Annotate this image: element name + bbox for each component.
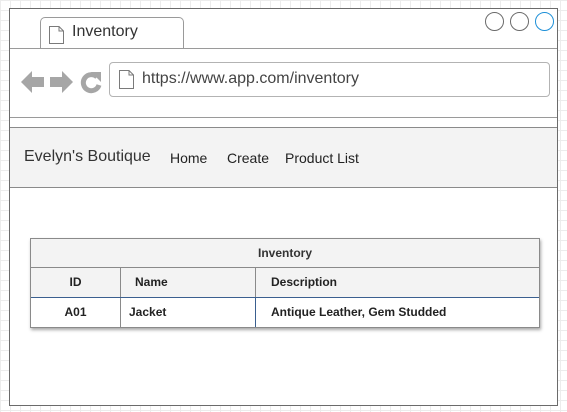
cell-description: Antique Leather, Gem Studded	[271, 305, 447, 319]
table-title: Inventory	[31, 239, 539, 268]
page-icon	[119, 70, 134, 89]
url-input[interactable]: https://www.app.com/inventory	[109, 62, 550, 97]
nav-product-list-link[interactable]: Product List	[285, 150, 359, 166]
address-bar-area: https://www.app.com/inventory	[10, 49, 557, 118]
cell-name: Jacket	[121, 298, 256, 327]
column-header-name[interactable]: Name	[121, 268, 256, 297]
url-text: https://www.app.com/inventory	[142, 70, 359, 87]
close-button[interactable]	[535, 12, 554, 31]
maximize-button[interactable]	[510, 12, 529, 31]
browser-tab[interactable]: Inventory	[40, 17, 184, 48]
tab-strip: Inventory	[10, 9, 557, 49]
cell-id: A01	[31, 298, 121, 327]
forward-arrow-icon[interactable]	[49, 71, 73, 93]
nav-home-link[interactable]: Home	[170, 150, 207, 166]
back-arrow-icon[interactable]	[21, 71, 45, 93]
column-header-id[interactable]: ID	[31, 268, 121, 297]
tab-title: Inventory	[72, 23, 138, 40]
site-navbar: Evelyn's Boutique Home Create Product Li…	[10, 127, 557, 188]
minimize-button[interactable]	[485, 12, 504, 31]
inventory-table: Inventory ID Name Description A01 Jacket…	[30, 238, 540, 328]
nav-create-link[interactable]: Create	[227, 150, 269, 166]
table-header-row: ID Name Description	[31, 268, 539, 298]
browser-window: Inventory https://www.app.com/inventory …	[9, 8, 558, 406]
brand-title: Evelyn's Boutique	[24, 148, 151, 165]
refresh-icon[interactable]	[80, 70, 102, 94]
table-row[interactable]: A01 Jacket Antique Leather, Gem Studded	[31, 298, 539, 327]
page-icon	[49, 26, 64, 44]
column-header-description[interactable]: Description	[256, 268, 539, 297]
